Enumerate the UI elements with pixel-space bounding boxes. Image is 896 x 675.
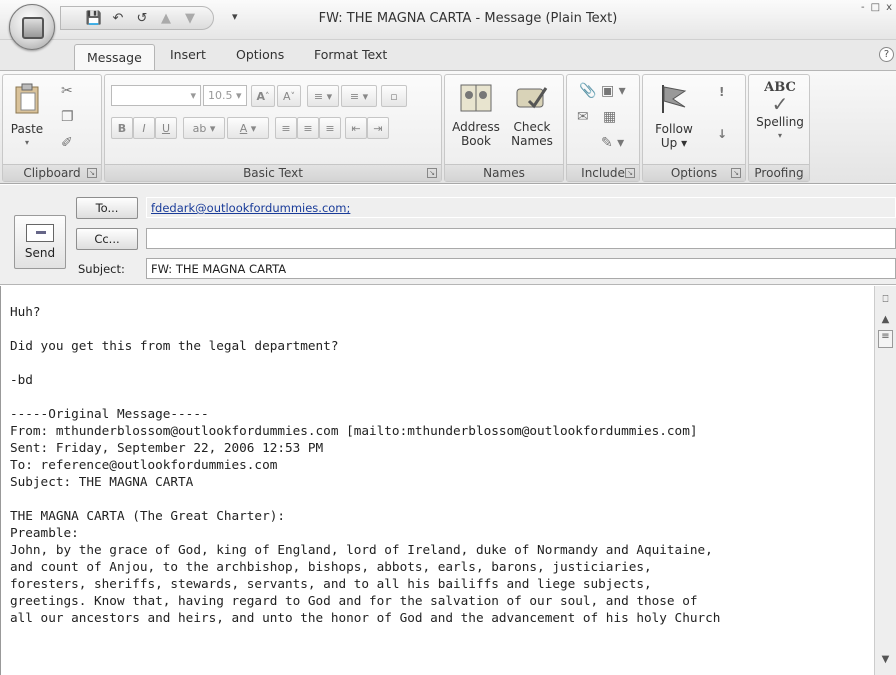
- signature-icon[interactable]: ✎ ▾: [601, 135, 624, 151]
- ribbon: Paste ▾ ✂ ❐ ✐ Clipboard ↘ ▾ 10.5 ▾ A ˄ A ˅ …: [0, 70, 896, 184]
- tab-insert[interactable]: Insert: [166, 47, 210, 62]
- scroll-up-icon[interactable]: ▲: [878, 314, 893, 329]
- align-left-button[interactable]: ≡: [275, 117, 297, 139]
- to-field[interactable]: fdedark@outlookfordummies.com;: [146, 197, 896, 218]
- business-card-icon[interactable]: ▣ ▾: [601, 83, 626, 99]
- font-name-combo[interactable]: ▾: [111, 85, 201, 106]
- align-right-button[interactable]: ≡: [319, 117, 341, 139]
- to-button[interactable]: To...: [76, 197, 138, 219]
- clipboard-group-label: Clipboard ↘: [3, 164, 101, 181]
- paste-button[interactable]: Paste ▾: [7, 83, 47, 150]
- include-group-label: Include ↘: [567, 164, 639, 181]
- shrink-font-button[interactable]: A ˅: [277, 85, 301, 107]
- tab-message[interactable]: Message: [74, 44, 155, 71]
- minimize-button[interactable]: -: [861, 2, 865, 13]
- underline-button[interactable]: U: [155, 117, 177, 139]
- maximize-button[interactable]: □: [871, 2, 880, 13]
- scroll-down-icon[interactable]: ▼: [878, 654, 893, 669]
- scrollbar-thumb[interactable]: ≡: [878, 330, 893, 348]
- address-book-button[interactable]: Address Book: [449, 83, 503, 148]
- clipboard-group: Paste ▾ ✂ ❐ ✐ Clipboard ↘: [2, 74, 102, 182]
- grow-font-button[interactable]: A ˄: [251, 85, 275, 107]
- check-names-button[interactable]: Check Names: [505, 83, 559, 148]
- ribbon-tabs: Message Insert Options Format Text ?: [0, 40, 896, 71]
- increase-indent-button[interactable]: ⇥: [367, 117, 389, 139]
- calendar-icon[interactable]: ▦: [603, 109, 616, 125]
- tab-format-text[interactable]: Format Text: [310, 47, 391, 62]
- font-size-combo[interactable]: 10.5 ▾: [203, 85, 247, 106]
- dialog-launcher-icon[interactable]: ↘: [427, 168, 437, 178]
- message-body-text: Huh? Did you get this from the legal dep…: [10, 304, 721, 625]
- high-importance-icon[interactable]: !: [719, 85, 724, 99]
- bold-button[interactable]: B: [111, 117, 133, 139]
- address-book-icon: [460, 84, 492, 112]
- subject-field[interactable]: FW: THE MAGNA CARTA: [146, 258, 896, 279]
- dialog-launcher-icon[interactable]: ↘: [731, 168, 741, 178]
- format-painter-icon[interactable]: ✐: [61, 135, 73, 151]
- flag-icon: [662, 85, 687, 113]
- low-importance-icon[interactable]: ↓: [717, 127, 727, 141]
- proofing-group-label: Proofing: [749, 164, 809, 181]
- align-center-button[interactable]: ≡: [297, 117, 319, 139]
- names-group: Address Book Check Names Names: [444, 74, 564, 182]
- bullets-button[interactable]: ≡ ▾: [307, 85, 339, 107]
- clear-formatting-button[interactable]: ▫: [381, 85, 407, 107]
- subject-label: Subject:: [78, 262, 125, 276]
- basic-text-group-label: Basic Text ↘: [105, 164, 441, 181]
- follow-up-button[interactable]: Follow Up ▾: [647, 83, 701, 150]
- cc-field[interactable]: [146, 228, 896, 249]
- send-button[interactable]: Send: [14, 215, 66, 269]
- font-color-button[interactable]: A ▾: [227, 117, 269, 139]
- numbering-button[interactable]: ≡ ▾: [341, 85, 377, 107]
- cc-button[interactable]: Cc...: [76, 228, 138, 250]
- vertical-scrollbar[interactable]: ⎕ ▲ ≡ ▼: [874, 286, 896, 675]
- attach-item-icon[interactable]: ✉: [577, 109, 589, 125]
- check-names-icon: [516, 87, 548, 109]
- office-button[interactable]: [9, 4, 55, 50]
- cut-icon[interactable]: ✂: [61, 83, 73, 99]
- window-controls: - □ x: [861, 2, 892, 13]
- office-logo-icon: [22, 17, 44, 39]
- attach-file-icon[interactable]: 📎: [579, 83, 596, 99]
- dialog-launcher-icon[interactable]: ↘: [87, 168, 97, 178]
- decrease-indent-button[interactable]: ⇤: [345, 117, 367, 139]
- italic-button[interactable]: I: [133, 117, 155, 139]
- proofing-group: ABC ✓ Spelling ▾ Proofing: [748, 74, 810, 182]
- title-bar: 💾 ↶ ↺ ▲ ▼ ▾ FW: THE MAGNA CARTA - Messag…: [0, 0, 896, 40]
- tab-options[interactable]: Options: [232, 47, 288, 62]
- basic-text-group: ▾ 10.5 ▾ A ˄ A ˅ ≡ ▾ ≡ ▾ ▫ B I U ab ▾ A ▾ …: [104, 74, 442, 182]
- help-icon[interactable]: ?: [879, 47, 894, 62]
- spelling-button[interactable]: ABC ✓ Spelling ▾: [753, 81, 807, 143]
- copy-icon[interactable]: ❐: [61, 109, 74, 125]
- split-icon[interactable]: ⎕: [878, 294, 893, 309]
- highlight-button[interactable]: ab ▾: [183, 117, 225, 139]
- message-header: Send To... fdedark@outlookfordummies.com…: [0, 185, 896, 285]
- close-button[interactable]: x: [886, 2, 892, 13]
- options-group-label: Options ↘: [643, 164, 745, 181]
- include-group: 📎 ▣ ▾ ✉ ▦ ✎ ▾ Include ↘: [566, 74, 640, 182]
- options-group: Follow Up ▾ ! ↓ Options ↘: [642, 74, 746, 182]
- window-title: FW: THE MAGNA CARTA - Message (Plain Tex…: [318, 11, 618, 26]
- message-body[interactable]: Huh? Did you get this from the legal dep…: [0, 286, 874, 675]
- paste-icon: [15, 83, 39, 114]
- dialog-launcher-icon[interactable]: ↘: [625, 168, 635, 178]
- names-group-label: Names: [445, 164, 563, 181]
- send-icon: [26, 224, 54, 242]
